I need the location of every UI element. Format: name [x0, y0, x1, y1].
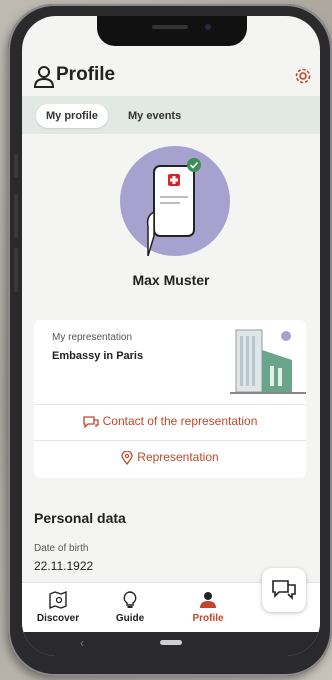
chat-fab-button[interactable]	[262, 568, 306, 612]
map-search-icon	[49, 591, 67, 609]
nav-profile[interactable]: Profile	[178, 591, 238, 624]
app-screen: Profile My profile My events Max Muster …	[22, 16, 320, 656]
representation-label: My representation	[52, 332, 133, 343]
contact-representation-link[interactable]: Contact of the representation	[34, 414, 306, 429]
building-icon	[230, 329, 306, 394]
person-icon	[34, 66, 54, 88]
page-title: Profile	[56, 64, 116, 85]
lightbulb-icon	[123, 591, 137, 608]
dob-value: 22.11.1922	[34, 559, 94, 573]
profile-tabs: My profile My events	[22, 96, 320, 134]
tab-my-events[interactable]: My events	[118, 104, 191, 128]
dob-label: Date of birth	[34, 543, 89, 554]
side-button	[14, 154, 18, 178]
representation-link[interactable]: Representation	[34, 450, 306, 465]
back-chevron-icon[interactable]: ‹	[80, 636, 84, 650]
representation-value: Embassy in Paris	[52, 350, 144, 362]
nav-guide[interactable]: Guide	[100, 591, 160, 624]
tab-my-profile[interactable]: My profile	[36, 104, 108, 128]
gear-icon[interactable]	[294, 67, 312, 85]
home-indicator[interactable]	[160, 640, 182, 645]
chat-icon	[82, 416, 99, 429]
side-button	[14, 248, 18, 292]
system-navigation-bar: ‹	[22, 632, 320, 656]
person-icon	[200, 592, 216, 608]
user-name: Max Muster	[132, 272, 210, 288]
chat-icon	[272, 580, 296, 600]
avatar	[120, 146, 230, 256]
personal-data-title: Personal data	[34, 510, 126, 526]
side-button	[14, 194, 18, 238]
notch	[97, 16, 247, 46]
app-header: Profile	[22, 60, 320, 94]
nav-discover[interactable]: Discover	[28, 591, 88, 624]
location-pin-icon	[121, 450, 133, 465]
representation-card: My representation Embassy in Paris Conta…	[34, 320, 306, 478]
